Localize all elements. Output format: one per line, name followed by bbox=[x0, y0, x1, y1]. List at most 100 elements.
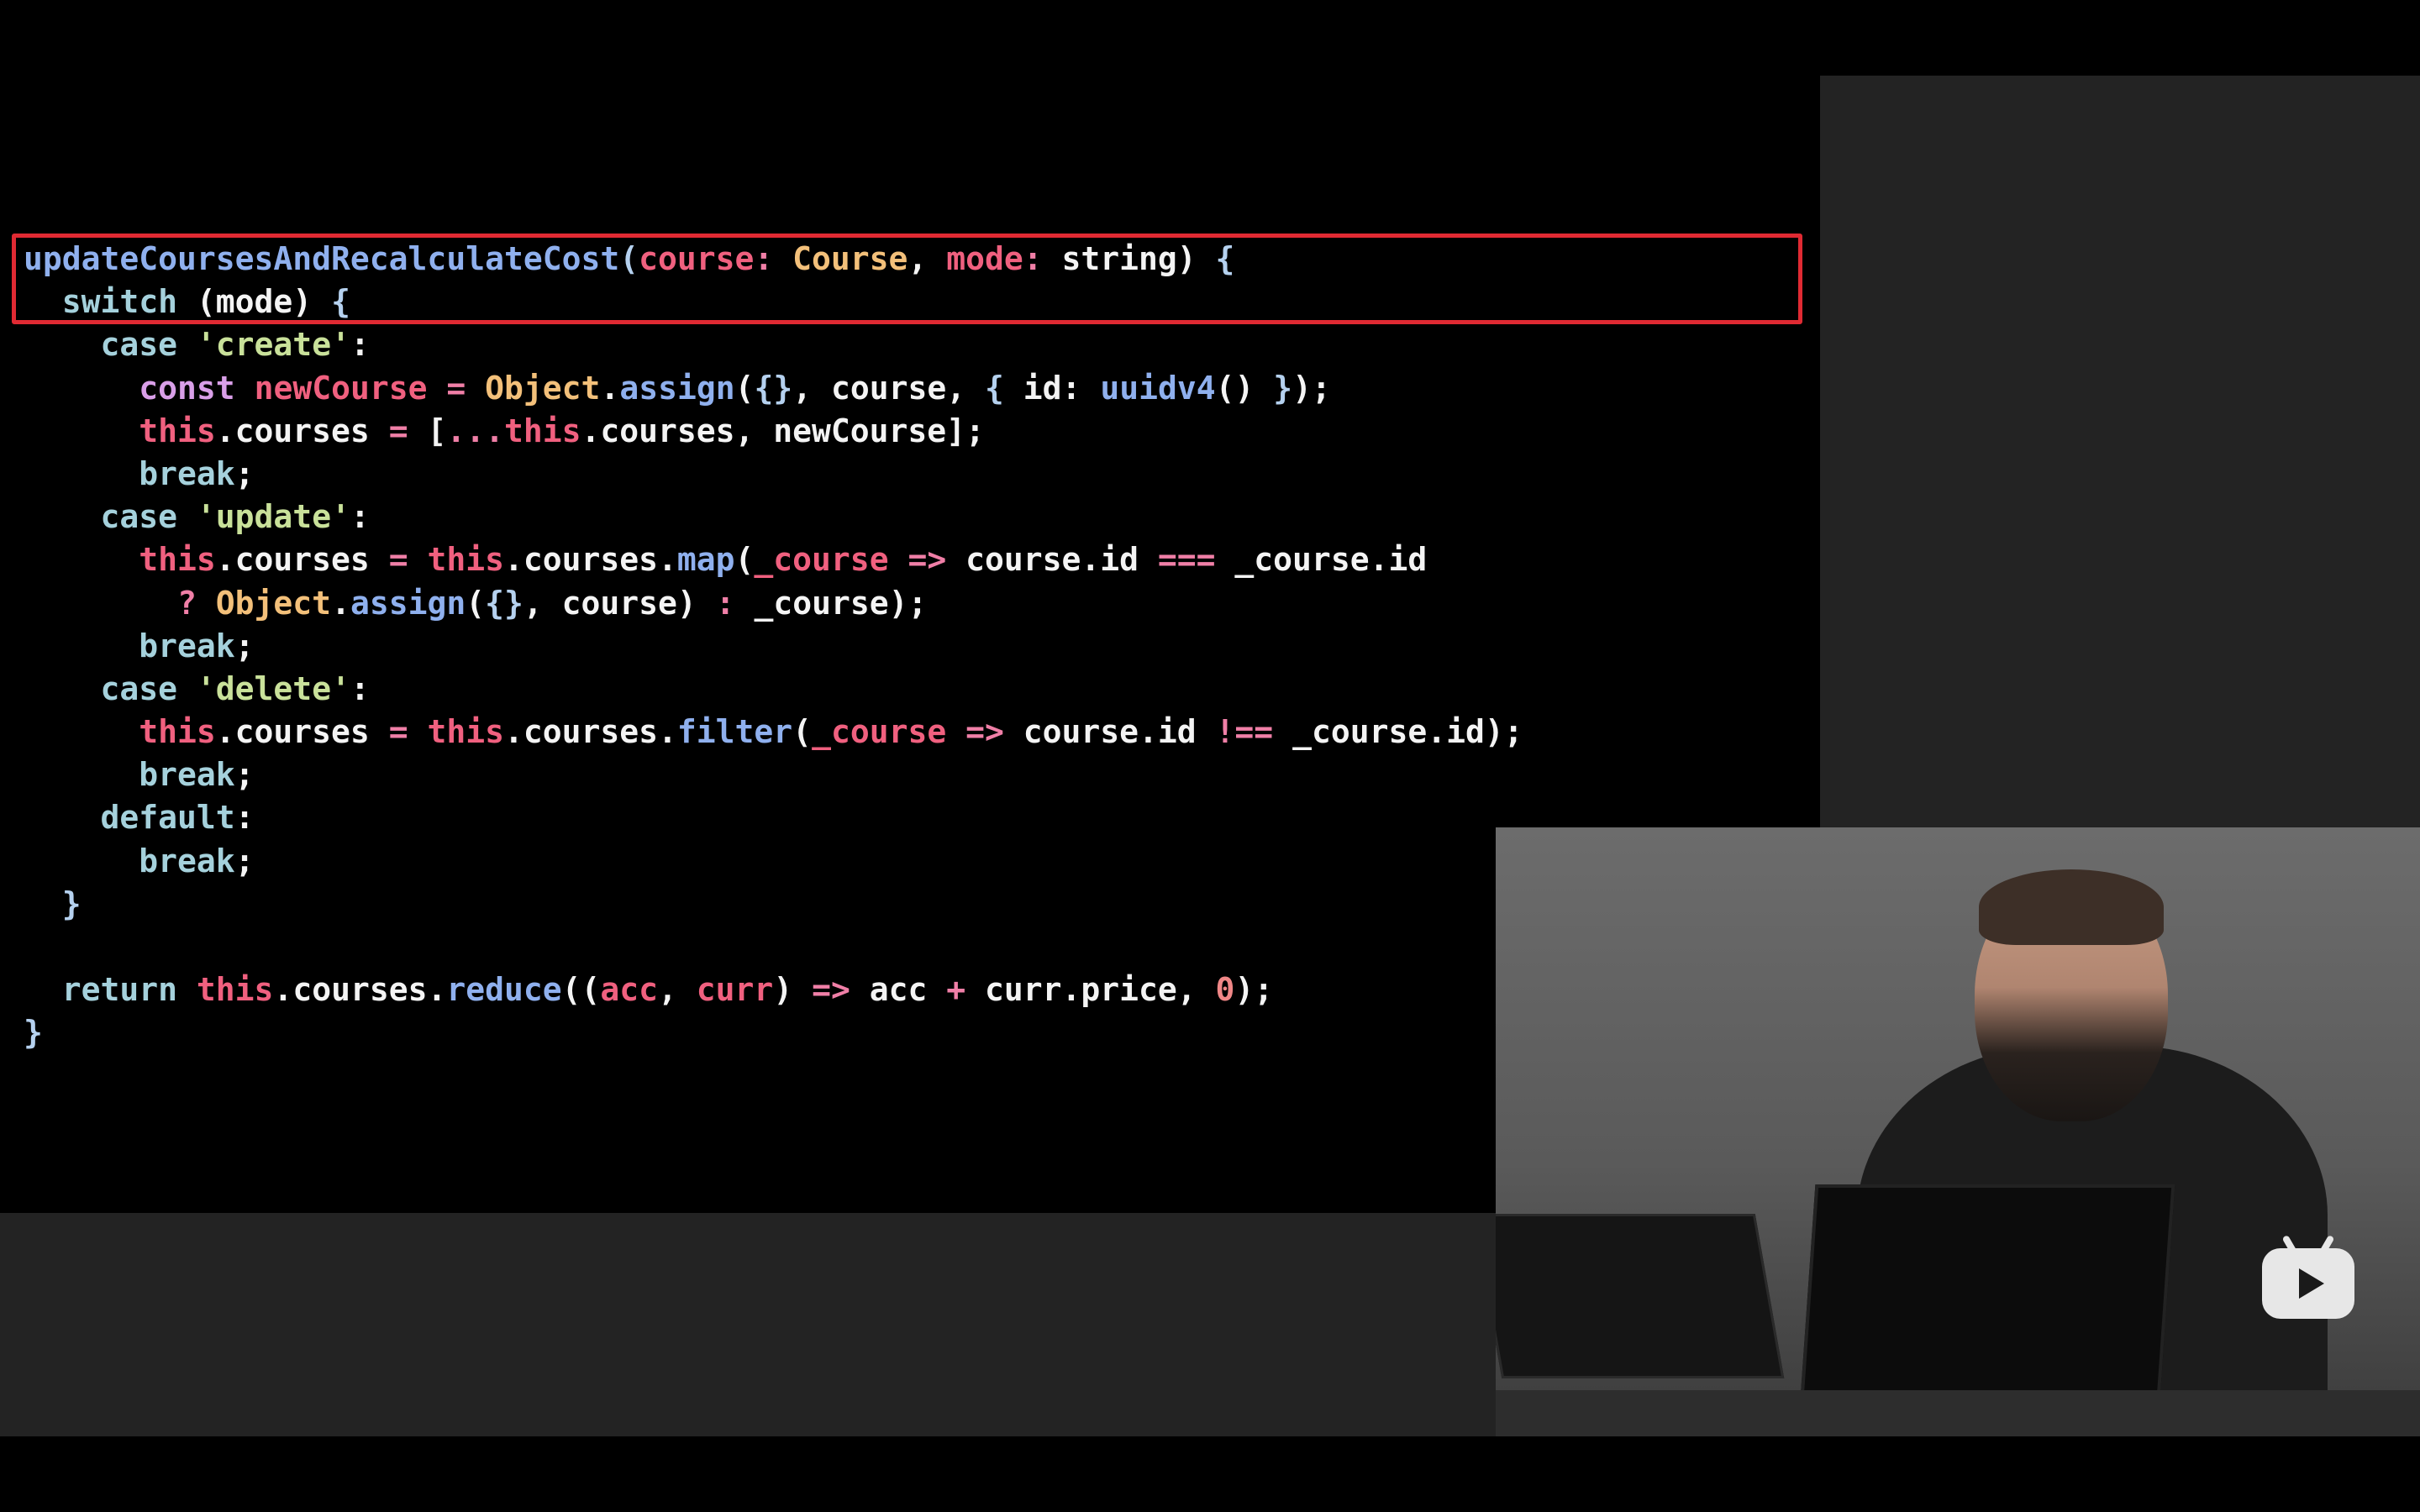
code-token: : bbox=[350, 498, 370, 536]
code-token: const bbox=[24, 369, 235, 407]
code-token: reduce bbox=[446, 971, 562, 1009]
code-token: assign bbox=[619, 369, 735, 407]
code-token: break bbox=[24, 454, 235, 492]
code-token: (( bbox=[561, 971, 601, 1009]
code-token: ; bbox=[234, 454, 255, 492]
code-token: break bbox=[24, 842, 235, 879]
code-line: case 'update': bbox=[24, 496, 1523, 538]
play-triangle-icon bbox=[2299, 1268, 2324, 1299]
code-token: ? bbox=[24, 584, 197, 622]
code-token: () bbox=[1215, 369, 1274, 407]
code-token: .courses bbox=[215, 713, 389, 751]
code-line: case 'create': bbox=[24, 323, 1523, 366]
code-token: curr.price, bbox=[965, 971, 1216, 1009]
code-token: uuidv4 bbox=[1100, 369, 1216, 407]
code-token: } bbox=[24, 1014, 43, 1052]
code-token: this bbox=[427, 541, 504, 579]
code-token: _course.id bbox=[1215, 541, 1428, 579]
code-token: Object bbox=[215, 584, 332, 622]
code-token: ( bbox=[792, 713, 813, 751]
code-token: .courses bbox=[215, 412, 389, 449]
code-token: case bbox=[24, 669, 178, 707]
code-token: . bbox=[600, 369, 620, 407]
bilibili-play-icon[interactable] bbox=[2262, 1234, 2354, 1319]
code-token: break bbox=[24, 756, 235, 794]
desk bbox=[1496, 1390, 2420, 1436]
code-token: this bbox=[196, 971, 274, 1009]
code-token: this bbox=[427, 713, 504, 751]
code-token: {} bbox=[754, 369, 793, 407]
code-token: ) bbox=[773, 971, 813, 1009]
code-token: !== bbox=[1215, 713, 1274, 751]
code-token: this bbox=[24, 713, 216, 751]
code-token: 'create' bbox=[196, 326, 350, 364]
code-block: updateCoursesAndRecalculateCost(course: … bbox=[24, 238, 1523, 1055]
code-token: ( bbox=[466, 584, 486, 622]
code-line: } bbox=[24, 1011, 1523, 1054]
code-line: this.courses = this.courses.filter(_cour… bbox=[24, 711, 1523, 753]
right-backdrop-panel bbox=[1820, 76, 2420, 827]
code-line: case 'delete': bbox=[24, 668, 1523, 711]
code-line: this.courses = [...this.courses, newCour… bbox=[24, 410, 1523, 453]
code-token: curr bbox=[696, 971, 774, 1009]
code-token: ( bbox=[734, 541, 755, 579]
code-token: .courses, newCourse]; bbox=[581, 412, 985, 449]
code-line: const newCourse = Object.assign({}, cour… bbox=[24, 367, 1523, 410]
code-token: case bbox=[24, 326, 178, 364]
code-token: } bbox=[24, 885, 82, 922]
code-token: = bbox=[388, 541, 408, 579]
code-token: 'update' bbox=[196, 498, 350, 536]
code-line: break; bbox=[24, 453, 1523, 496]
code-token: case bbox=[24, 498, 178, 536]
code-token: 0 bbox=[1215, 971, 1235, 1009]
code-line: ? Object.assign({}, course) : _course); bbox=[24, 582, 1523, 625]
code-line: default: bbox=[24, 796, 1523, 839]
code-token: _course); bbox=[734, 584, 928, 622]
code-token: = bbox=[388, 412, 408, 449]
code-line: this.courses = this.courses.map(_course … bbox=[24, 538, 1523, 581]
code-token: break bbox=[24, 627, 235, 664]
code-token: , course) bbox=[523, 584, 716, 622]
code-token: = bbox=[388, 713, 408, 751]
code-token: filter bbox=[676, 713, 793, 751]
code-token: _course.id); bbox=[1273, 713, 1523, 751]
monitor bbox=[1496, 1214, 1785, 1378]
code-token: _course bbox=[812, 713, 947, 751]
code-token: .courses. bbox=[503, 713, 677, 751]
code-token: .courses. bbox=[273, 971, 447, 1009]
code-token: this bbox=[503, 412, 581, 449]
code-line: break; bbox=[24, 625, 1523, 668]
code-token: ; bbox=[234, 627, 255, 664]
code-token: acc bbox=[850, 971, 947, 1009]
code-token: .courses bbox=[215, 541, 389, 579]
code-token: => bbox=[812, 971, 850, 1009]
code-token: : bbox=[350, 326, 370, 364]
code-token: { bbox=[985, 369, 1004, 407]
presenter-webcam bbox=[1496, 827, 2420, 1436]
code-token: => bbox=[965, 713, 1004, 751]
code-token: : bbox=[715, 584, 735, 622]
code-token: => bbox=[908, 541, 947, 579]
code-token: _course bbox=[754, 541, 889, 579]
code-token: this bbox=[24, 412, 216, 449]
code-line: break; bbox=[24, 840, 1523, 883]
code-line: return this.courses.reduce((acc, curr) =… bbox=[24, 969, 1523, 1011]
code-token: ); bbox=[1234, 971, 1274, 1009]
code-token: newCourse bbox=[254, 369, 428, 407]
code-line: } bbox=[24, 883, 1523, 926]
code-token: , course, bbox=[792, 369, 986, 407]
code-token: : bbox=[234, 799, 255, 837]
code-token: {} bbox=[485, 584, 523, 622]
code-token: this bbox=[24, 541, 216, 579]
presenter-hair bbox=[1979, 869, 2164, 945]
